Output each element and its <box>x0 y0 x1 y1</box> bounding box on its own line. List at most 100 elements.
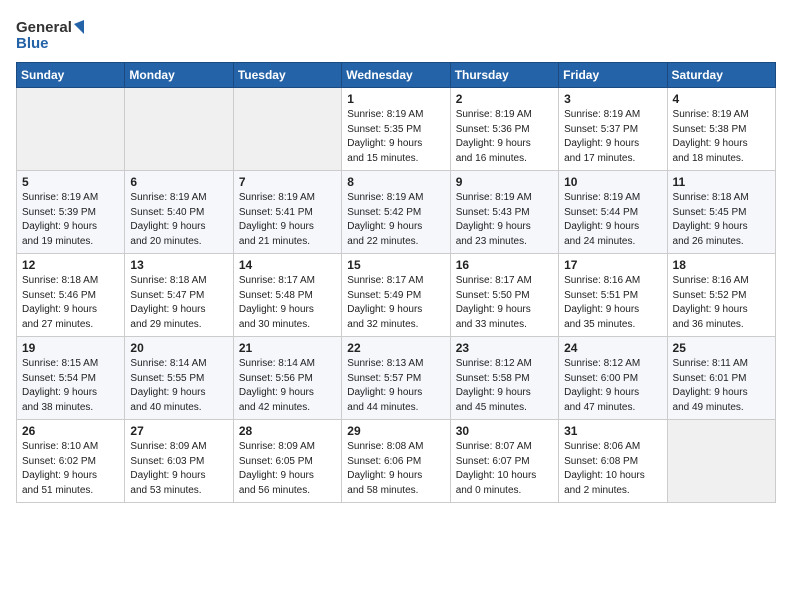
day-of-week-header: Tuesday <box>233 63 341 88</box>
calendar-day-cell: 12Sunrise: 8:18 AM Sunset: 5:46 PM Dayli… <box>17 254 125 337</box>
day-info: Sunrise: 8:18 AM Sunset: 5:45 PM Dayligh… <box>673 191 770 249</box>
svg-text:General: General <box>16 19 72 36</box>
day-number: 30 <box>456 424 553 438</box>
day-number: 29 <box>347 424 444 438</box>
day-number: 20 <box>130 341 227 355</box>
calendar-table: SundayMondayTuesdayWednesdayThursdayFrid… <box>16 62 776 503</box>
calendar-day-cell: 15 Sunrise: 8:17 AM Sunset: 5:49 PM Dayli… <box>342 254 450 337</box>
calendar-day-cell: 16Sunrise: 8:17 AM Sunset: 5:50 PM Dayli… <box>450 254 558 337</box>
calendar-day-cell: 28Sunrise: 8:09 AM Sunset: 6:05 PM Dayli… <box>233 420 341 503</box>
day-number: 5 <box>22 175 119 189</box>
calendar-day-cell: 23Sunrise: 8:12 AM Sunset: 5:58 PM Dayli… <box>450 337 558 420</box>
day-number: 27 <box>130 424 227 438</box>
day-number: 26 <box>22 424 119 438</box>
day-info: Sunrise: 8:16 AM Sunset: 5:52 PM Dayligh… <box>673 274 770 332</box>
svg-text:Blue: Blue <box>16 35 49 52</box>
day-info: Sunrise: 8:18 AM Sunset: 5:47 PM Dayligh… <box>130 274 227 332</box>
calendar-day-cell: 6 Sunrise: 8:19 AM Sunset: 5:40 PM Daylig… <box>125 171 233 254</box>
calendar-day-cell: 22 Sunrise: 8:13 AM Sunset: 5:57 PM Dayli… <box>342 337 450 420</box>
calendar-day-cell: 19Sunrise: 8:15 AM Sunset: 5:54 PM Dayli… <box>17 337 125 420</box>
day-info: Sunrise: 8:10 AM Sunset: 6:02 PM Dayligh… <box>22 440 119 498</box>
day-number: 15 <box>347 258 444 272</box>
day-info: Sunrise: 8:14 AM Sunset: 5:55 PM Dayligh… <box>130 357 227 415</box>
day-info: Sunrise: 8:17 AM Sunset: 5:48 PM Dayligh… <box>239 274 336 332</box>
day-of-week-header: Saturday <box>667 63 775 88</box>
day-info: Sunrise: 8:19 AM Sunset: 5:42 PM Dayligh… <box>347 191 444 249</box>
day-info: Sunrise: 8:19 AM Sunset: 5:43 PM Dayligh… <box>456 191 553 249</box>
day-info: Sunrise: 8:06 AM Sunset: 6:08 PM Dayligh… <box>564 440 661 498</box>
day-info: Sunrise: 8:14 AM Sunset: 5:56 PM Dayligh… <box>239 357 336 415</box>
calendar-day-cell <box>233 88 341 171</box>
calendar-day-cell: 14 Sunrise: 8:17 AM Sunset: 5:48 PM Dayli… <box>233 254 341 337</box>
calendar-day-cell: 26 Sunrise: 8:10 AM Sunset: 6:02 PM Dayli… <box>17 420 125 503</box>
day-info: Sunrise: 8:17 AM Sunset: 5:49 PM Dayligh… <box>347 274 444 332</box>
calendar-day-cell: 27Sunrise: 8:09 AM Sunset: 6:03 PM Dayli… <box>125 420 233 503</box>
day-info: Sunrise: 8:19 AM Sunset: 5:35 PM Dayligh… <box>347 108 444 166</box>
day-number: 10 <box>564 175 661 189</box>
calendar-day-cell: 4 Sunrise: 8:19 AM Sunset: 5:38 PM Daylig… <box>667 88 775 171</box>
day-number: 25 <box>673 341 770 355</box>
day-number: 22 <box>347 341 444 355</box>
calendar-day-cell: 20 Sunrise: 8:14 AM Sunset: 5:55 PM Dayli… <box>125 337 233 420</box>
day-number: 28 <box>239 424 336 438</box>
day-info: Sunrise: 8:18 AM Sunset: 5:46 PM Dayligh… <box>22 274 119 332</box>
day-info: Sunrise: 8:13 AM Sunset: 5:57 PM Dayligh… <box>347 357 444 415</box>
calendar-day-cell: 2Sunrise: 8:19 AM Sunset: 5:36 PM Daylig… <box>450 88 558 171</box>
page: GeneralBlue SundayMondayTuesdayWednesday… <box>0 0 792 513</box>
day-number: 6 <box>130 175 227 189</box>
day-number: 13 <box>130 258 227 272</box>
logo: GeneralBlue <box>16 16 84 52</box>
calendar-day-cell: 9 Sunrise: 8:19 AM Sunset: 5:43 PM Daylig… <box>450 171 558 254</box>
day-of-week-header: Sunday <box>17 63 125 88</box>
day-number: 9 <box>456 175 553 189</box>
calendar-week-row: 12Sunrise: 8:18 AM Sunset: 5:46 PM Dayli… <box>17 254 776 337</box>
calendar-day-cell <box>667 420 775 503</box>
calendar-day-cell: 5 Sunrise: 8:19 AM Sunset: 5:39 PM Daylig… <box>17 171 125 254</box>
calendar-week-row: 19Sunrise: 8:15 AM Sunset: 5:54 PM Dayli… <box>17 337 776 420</box>
day-info: Sunrise: 8:19 AM Sunset: 5:44 PM Dayligh… <box>564 191 661 249</box>
day-of-week-header: Wednesday <box>342 63 450 88</box>
calendar-day-cell: 10 Sunrise: 8:19 AM Sunset: 5:44 PM Dayli… <box>559 171 667 254</box>
calendar-day-cell: 25Sunrise: 8:11 AM Sunset: 6:01 PM Dayli… <box>667 337 775 420</box>
calendar-day-cell: 24 Sunrise: 8:12 AM Sunset: 6:00 PM Dayli… <box>559 337 667 420</box>
calendar-day-cell: 30Sunrise: 8:07 AM Sunset: 6:07 PM Dayli… <box>450 420 558 503</box>
day-info: Sunrise: 8:19 AM Sunset: 5:38 PM Dayligh… <box>673 108 770 166</box>
day-info: Sunrise: 8:19 AM Sunset: 5:41 PM Dayligh… <box>239 191 336 249</box>
day-info: Sunrise: 8:17 AM Sunset: 5:50 PM Dayligh… <box>456 274 553 332</box>
calendar-day-cell: 7Sunrise: 8:19 AM Sunset: 5:41 PM Daylig… <box>233 171 341 254</box>
day-number: 19 <box>22 341 119 355</box>
day-info: Sunrise: 8:19 AM Sunset: 5:40 PM Dayligh… <box>130 191 227 249</box>
calendar-week-row: 5 Sunrise: 8:19 AM Sunset: 5:39 PM Daylig… <box>17 171 776 254</box>
calendar-day-cell: 11Sunrise: 8:18 AM Sunset: 5:45 PM Dayli… <box>667 171 775 254</box>
day-info: Sunrise: 8:08 AM Sunset: 6:06 PM Dayligh… <box>347 440 444 498</box>
day-info: Sunrise: 8:19 AM Sunset: 5:39 PM Dayligh… <box>22 191 119 249</box>
day-number: 24 <box>564 341 661 355</box>
calendar-day-cell: 1 Sunrise: 8:19 AM Sunset: 5:35 PM Daylig… <box>342 88 450 171</box>
day-number: 18 <box>673 258 770 272</box>
day-number: 1 <box>347 92 444 106</box>
logo-svg: GeneralBlue <box>16 16 84 52</box>
day-number: 31 <box>564 424 661 438</box>
calendar-day-cell: 31 Sunrise: 8:06 AM Sunset: 6:08 PM Dayli… <box>559 420 667 503</box>
calendar-header-row: SundayMondayTuesdayWednesdayThursdayFrid… <box>17 63 776 88</box>
calendar-day-cell: 13 Sunrise: 8:18 AM Sunset: 5:47 PM Dayli… <box>125 254 233 337</box>
calendar-day-cell <box>125 88 233 171</box>
day-number: 3 <box>564 92 661 106</box>
day-of-week-header: Monday <box>125 63 233 88</box>
calendar-day-cell: 29 Sunrise: 8:08 AM Sunset: 6:06 PM Dayli… <box>342 420 450 503</box>
day-number: 4 <box>673 92 770 106</box>
day-number: 2 <box>456 92 553 106</box>
day-number: 14 <box>239 258 336 272</box>
calendar-day-cell: 3 Sunrise: 8:19 AM Sunset: 5:37 PM Daylig… <box>559 88 667 171</box>
day-info: Sunrise: 8:12 AM Sunset: 5:58 PM Dayligh… <box>456 357 553 415</box>
header: GeneralBlue <box>16 16 776 52</box>
day-info: Sunrise: 8:19 AM Sunset: 5:37 PM Dayligh… <box>564 108 661 166</box>
calendar-day-cell: 18 Sunrise: 8:16 AM Sunset: 5:52 PM Dayli… <box>667 254 775 337</box>
calendar-day-cell: 8 Sunrise: 8:19 AM Sunset: 5:42 PM Daylig… <box>342 171 450 254</box>
day-of-week-header: Friday <box>559 63 667 88</box>
day-number: 17 <box>564 258 661 272</box>
day-info: Sunrise: 8:12 AM Sunset: 6:00 PM Dayligh… <box>564 357 661 415</box>
day-number: 8 <box>347 175 444 189</box>
calendar-week-row: 26 Sunrise: 8:10 AM Sunset: 6:02 PM Dayli… <box>17 420 776 503</box>
calendar-day-cell <box>17 88 125 171</box>
